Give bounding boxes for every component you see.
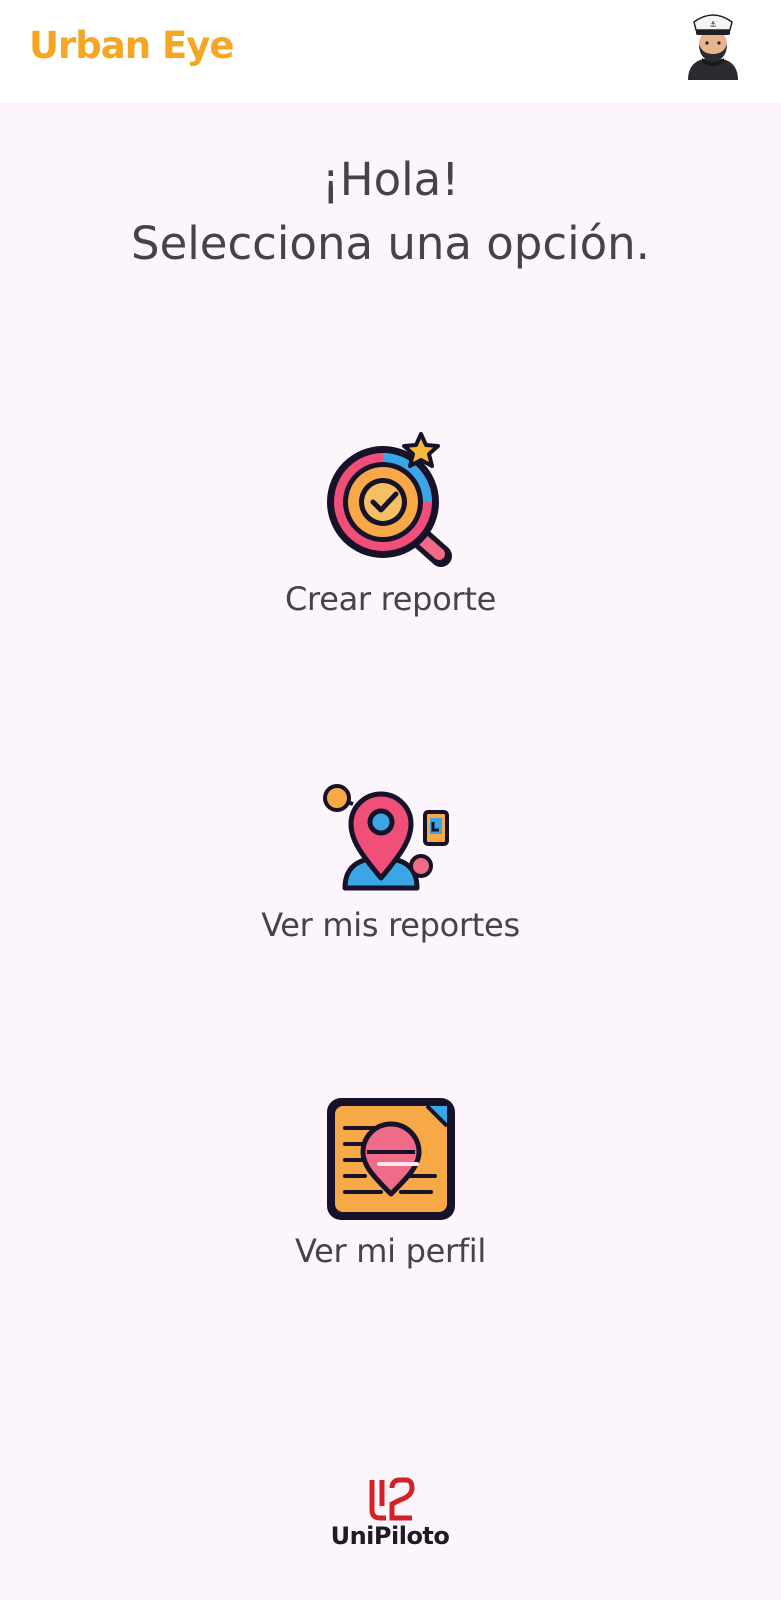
greeting: ¡Hola! Selecciona una opción. bbox=[0, 148, 781, 276]
footer-brand: UniPiloto bbox=[330, 1522, 450, 1550]
profile-document-icon bbox=[321, 1094, 461, 1224]
view-profile-button[interactable]: Ver mi perfil bbox=[190, 1094, 591, 1270]
svg-text:⚓: ⚓ bbox=[709, 20, 716, 29]
footer-logo: UniPiloto bbox=[310, 1476, 470, 1550]
view-profile-label: Ver mi perfil bbox=[295, 1232, 486, 1270]
create-report-label: Crear reporte bbox=[285, 580, 496, 618]
greeting-title: ¡Hola! bbox=[321, 153, 460, 206]
greeting-subtitle: Selecciona una opción. bbox=[131, 217, 650, 270]
my-reports-button[interactable]: Ver mis reportes bbox=[190, 778, 591, 944]
unipiloto-logo-icon bbox=[360, 1476, 420, 1524]
magnifier-check-star-icon bbox=[321, 430, 461, 576]
sailor-avatar-icon[interactable]: ⚓ bbox=[680, 10, 746, 80]
create-report-button[interactable]: Crear reporte bbox=[190, 430, 591, 618]
location-pin-user-icon bbox=[321, 778, 461, 896]
app-title: Urban Eye bbox=[29, 24, 234, 67]
my-reports-label: Ver mis reportes bbox=[261, 906, 520, 944]
app-bar: Urban Eye ⚓ bbox=[0, 0, 781, 102]
